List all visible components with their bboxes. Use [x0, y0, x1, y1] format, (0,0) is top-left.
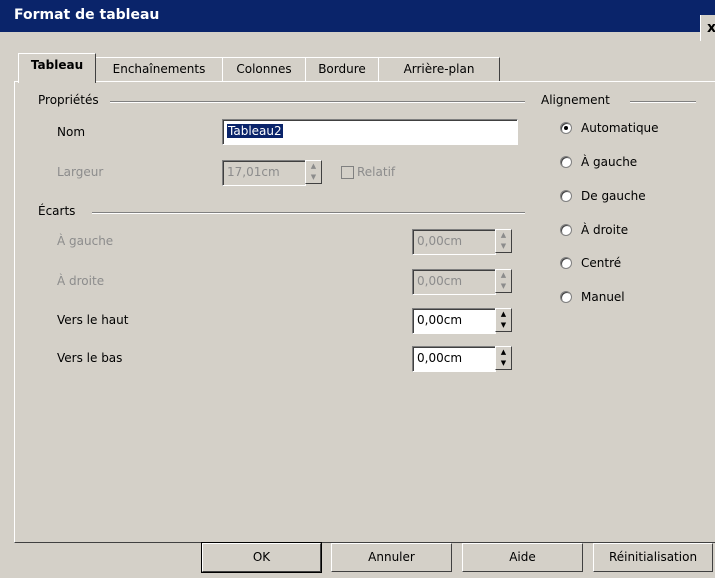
name-value: Tableau2 [227, 124, 283, 138]
width-stepper[interactable]: ▲ ▼ [305, 160, 322, 184]
spacing-top-field[interactable]: 0,00cm [412, 308, 496, 334]
radio-centre[interactable] [560, 257, 572, 269]
properties-divider [110, 101, 525, 103]
width-value: 17,01cm [227, 165, 280, 179]
radio-automatique-label[interactable]: Automatique [581, 121, 659, 135]
spin-up-icon: ▲ [310, 162, 317, 170]
name-field[interactable]: Tableau2 [222, 119, 518, 145]
radio-a-gauche-label[interactable]: À gauche [581, 155, 637, 169]
spacing-section-label: Écarts [38, 204, 76, 218]
spin-down-icon: ▼ [500, 242, 507, 250]
ok-button[interactable]: OK [201, 542, 322, 573]
tab-panel [14, 81, 715, 543]
spacing-left-field[interactable]: 0,00cm [412, 229, 496, 255]
spin-up-icon: ▲ [500, 310, 507, 318]
spin-up-icon: ▲ [500, 271, 507, 279]
spacing-left-label: À gauche [57, 234, 114, 248]
spin-down-icon: ▼ [500, 282, 507, 290]
spacing-top-label: Vers le haut [57, 313, 129, 327]
spin-down-icon: ▼ [310, 173, 317, 181]
radio-de-gauche-label[interactable]: De gauche [581, 189, 646, 203]
radio-centre-label[interactable]: Centré [581, 256, 621, 270]
name-label: Nom [57, 125, 86, 139]
relative-checkbox[interactable] [341, 166, 354, 179]
close-button[interactable]: x [700, 15, 715, 41]
relative-label: Relatif [357, 165, 396, 179]
alignment-divider [630, 101, 696, 103]
spin-up-icon: ▲ [500, 348, 507, 356]
alignment-section-label: Alignement [541, 93, 610, 107]
spacing-top-value: 0,00cm [417, 313, 463, 327]
close-icon: x [707, 20, 715, 36]
width-field[interactable]: 17,01cm [222, 160, 306, 186]
spacing-bottom-label: Vers le bas [57, 351, 123, 365]
radio-manuel-label[interactable]: Manuel [581, 290, 625, 304]
tab-bordure[interactable]: Bordure [305, 57, 379, 82]
tab-arriere-plan[interactable]: Arrière-plan [378, 57, 500, 82]
cancel-button[interactable]: Annuler [331, 543, 452, 572]
radio-a-gauche[interactable] [560, 156, 572, 168]
spacing-bottom-stepper[interactable]: ▲ ▼ [495, 346, 512, 370]
properties-section-label: Propriétés [38, 93, 99, 107]
radio-automatique[interactable] [560, 122, 572, 134]
spin-up-icon: ▲ [500, 231, 507, 239]
tab-tableau[interactable]: Tableau [18, 53, 96, 83]
spacing-left-stepper[interactable]: ▲ ▼ [495, 229, 512, 253]
spin-down-icon: ▼ [500, 359, 507, 367]
spacing-right-field[interactable]: 0,00cm [412, 269, 496, 295]
spacing-bottom-field[interactable]: 0,00cm [412, 346, 496, 372]
spacing-bottom-value: 0,00cm [417, 351, 463, 365]
radio-a-droite[interactable] [560, 224, 572, 236]
width-label: Largeur [57, 165, 104, 179]
spacing-left-value: 0,00cm [417, 234, 463, 248]
tab-colonnes[interactable]: Colonnes [222, 57, 306, 82]
spin-down-icon: ▼ [500, 321, 507, 329]
radio-manuel[interactable] [560, 291, 572, 303]
window-title: Format de tableau [14, 7, 160, 23]
help-button[interactable]: Aide [462, 543, 583, 572]
spacing-right-value: 0,00cm [417, 274, 463, 288]
tab-enchainements[interactable]: Enchaînements [95, 57, 223, 82]
spacing-divider [92, 212, 525, 214]
radio-de-gauche[interactable] [560, 190, 572, 202]
radio-a-droite-label[interactable]: À droite [581, 223, 628, 237]
reset-button[interactable]: Réinitialisation [593, 543, 713, 572]
spacing-right-stepper[interactable]: ▲ ▼ [495, 269, 512, 293]
spacing-right-label: À droite [57, 274, 105, 288]
spacing-top-stepper[interactable]: ▲ ▼ [495, 308, 512, 332]
